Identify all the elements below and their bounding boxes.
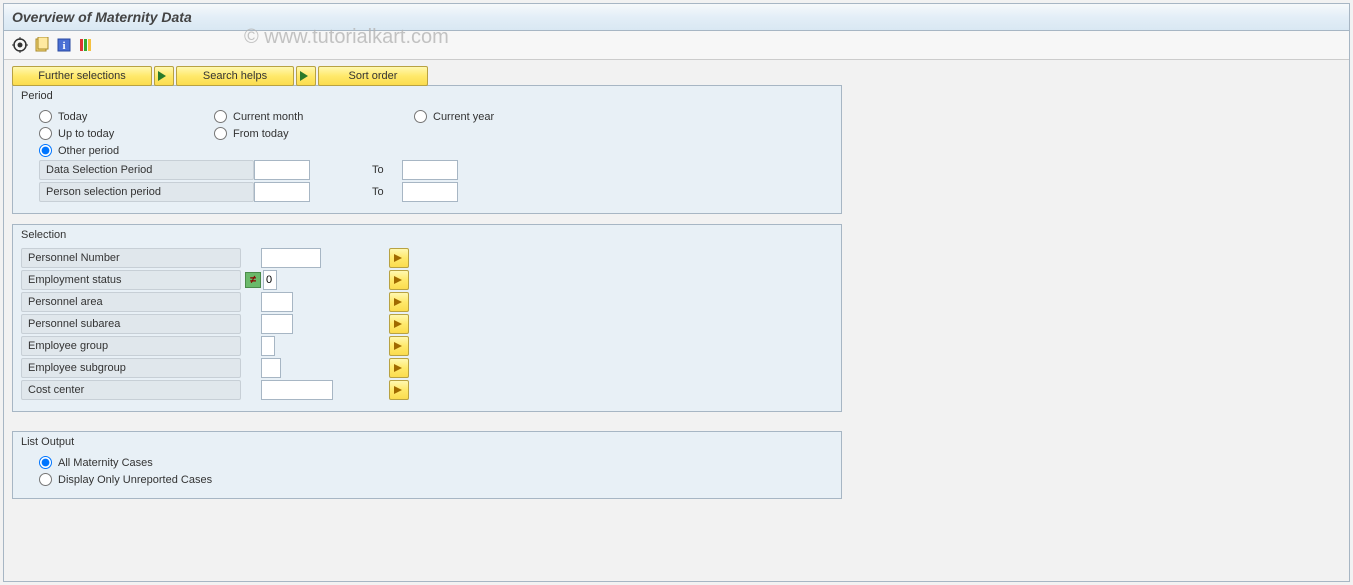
to-label: To	[372, 186, 402, 198]
personnel-number-label: Personnel Number	[21, 248, 241, 268]
list-output-group-title: List Output	[21, 436, 833, 448]
search-helps-expand-button[interactable]	[154, 66, 174, 86]
arrow-right-icon	[394, 386, 404, 394]
personnel-number-input[interactable]	[261, 248, 321, 268]
color-bars-icon[interactable]	[78, 37, 94, 53]
app-frame: Overview of Maternity Data i © www.tutor…	[3, 3, 1350, 582]
personnel-subarea-multi-button[interactable]	[389, 314, 409, 334]
radio-current-year[interactable]	[414, 110, 427, 123]
arrow-right-icon	[394, 364, 404, 372]
radio-from-today[interactable]	[214, 127, 227, 140]
radio-other-period[interactable]	[39, 144, 52, 157]
person-selection-to-input[interactable]	[402, 182, 458, 202]
personnel-number-multi-button[interactable]	[389, 248, 409, 268]
radio-unreported[interactable]	[39, 473, 52, 486]
arrow-right-icon	[300, 71, 312, 81]
personnel-subarea-label: Personnel subarea	[21, 314, 241, 334]
radio-today[interactable]	[39, 110, 52, 123]
employment-status-input[interactable]	[263, 270, 277, 290]
toolbar: i © www.tutorialkart.com	[4, 31, 1349, 60]
radio-current-month[interactable]	[214, 110, 227, 123]
radio-current-month-label: Current month	[233, 111, 303, 123]
employment-status-label: Employment status	[21, 270, 241, 290]
radio-all-maternity[interactable]	[39, 456, 52, 469]
further-selections-button[interactable]: Further selections	[12, 66, 152, 86]
radio-unreported-label: Display Only Unreported Cases	[58, 474, 212, 486]
radio-current-year-label: Current year	[433, 111, 494, 123]
cost-center-label: Cost center	[21, 380, 241, 400]
data-selection-to-input[interactable]	[402, 160, 458, 180]
radio-today-label: Today	[58, 111, 87, 123]
personnel-area-label: Personnel area	[21, 292, 241, 312]
employee-subgroup-multi-button[interactable]	[389, 358, 409, 378]
employment-status-multi-button[interactable]	[389, 270, 409, 290]
employee-group-label: Employee group	[21, 336, 241, 356]
radio-from-today-label: From today	[233, 128, 289, 140]
personnel-area-input[interactable]	[261, 292, 293, 312]
radio-up-to-today-label: Up to today	[58, 128, 114, 140]
cost-center-input[interactable]	[261, 380, 333, 400]
search-helps-button[interactable]: Search helps	[176, 66, 294, 86]
list-output-group: List Output All Maternity Cases Display …	[12, 431, 842, 499]
period-group-title: Period	[21, 90, 833, 102]
selection-button-row: Further selections Search helps Sort ord…	[12, 66, 1341, 86]
period-group: Period Today Current month Current year	[12, 85, 842, 214]
personnel-area-multi-button[interactable]	[389, 292, 409, 312]
person-selection-period-label: Person selection period	[39, 182, 254, 202]
sort-order-expand-button[interactable]	[296, 66, 316, 86]
radio-up-to-today[interactable]	[39, 127, 52, 140]
variant-icon[interactable]	[34, 37, 50, 53]
cost-center-multi-button[interactable]	[389, 380, 409, 400]
employee-group-multi-button[interactable]	[389, 336, 409, 356]
data-selection-period-label: Data Selection Period	[39, 160, 254, 180]
to-label: To	[372, 164, 402, 176]
content-area: Further selections Search helps Sort ord…	[4, 60, 1349, 505]
arrow-right-icon	[394, 342, 404, 350]
not-equal-icon[interactable]: ≠	[245, 272, 261, 288]
arrow-right-icon	[394, 320, 404, 328]
employee-subgroup-input[interactable]	[261, 358, 281, 378]
arrow-right-icon	[158, 71, 170, 81]
radio-all-maternity-label: All Maternity Cases	[58, 457, 153, 469]
arrow-right-icon	[394, 276, 404, 284]
data-selection-from-input[interactable]	[254, 160, 310, 180]
arrow-right-icon	[394, 254, 404, 262]
selection-group-title: Selection	[21, 229, 833, 241]
radio-other-period-label: Other period	[58, 145, 119, 157]
personnel-subarea-input[interactable]	[261, 314, 293, 334]
execute-icon[interactable]	[12, 37, 28, 53]
selection-group: Selection Personnel Number Employment st…	[12, 224, 842, 412]
sort-order-button[interactable]: Sort order	[318, 66, 428, 86]
employee-subgroup-label: Employee subgroup	[21, 358, 241, 378]
employee-group-input[interactable]	[261, 336, 275, 356]
svg-text:i: i	[62, 40, 65, 52]
person-selection-from-input[interactable]	[254, 182, 310, 202]
arrow-right-icon	[394, 298, 404, 306]
info-icon[interactable]: i	[56, 37, 72, 53]
page-title: Overview of Maternity Data	[4, 4, 1349, 31]
